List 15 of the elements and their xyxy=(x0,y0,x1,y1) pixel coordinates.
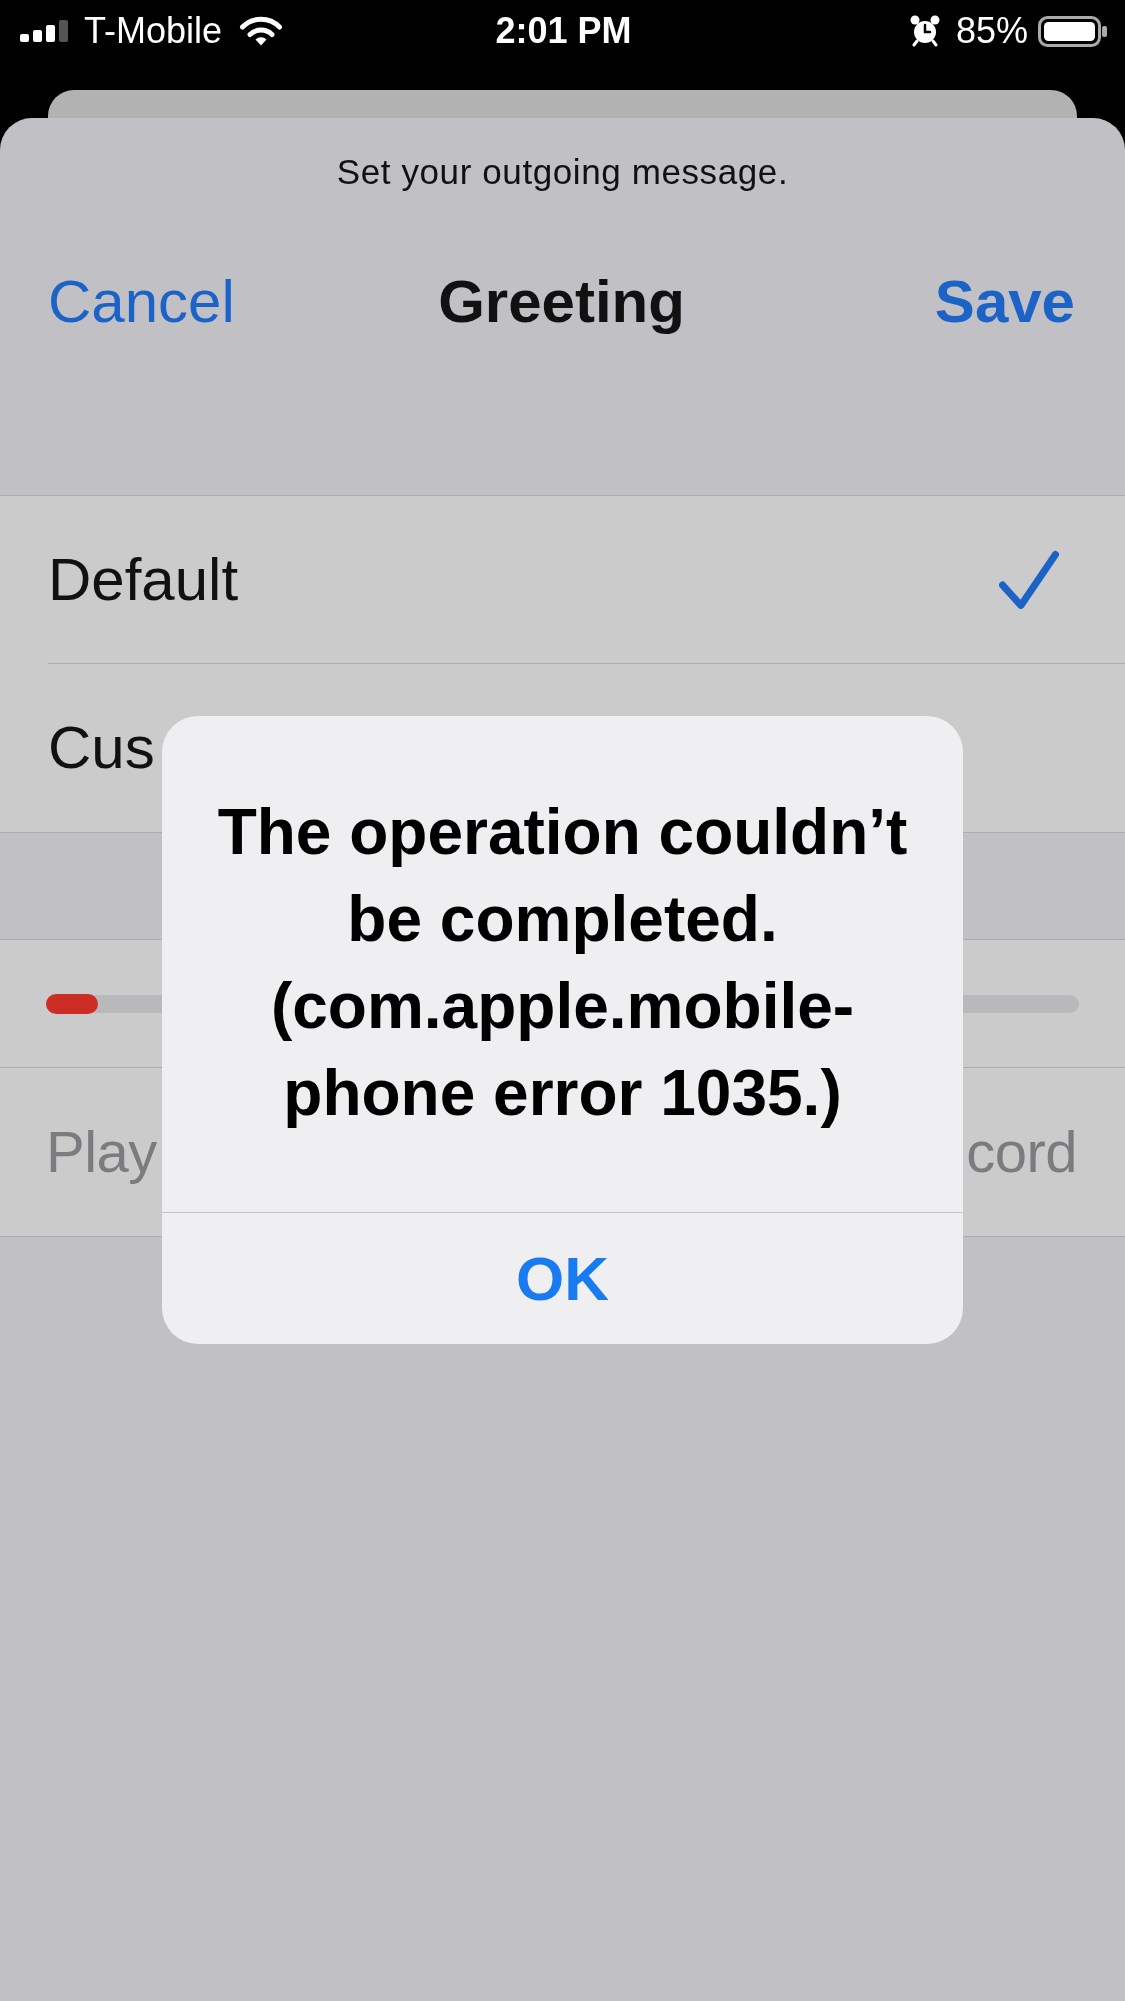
prompt-text: Set your outgoing message. xyxy=(335,151,790,193)
wifi-icon xyxy=(239,15,284,47)
alarm-clock-icon xyxy=(909,15,940,47)
signal-icon xyxy=(20,20,68,42)
nav-title: Greeting xyxy=(438,267,685,337)
battery-percent: 85% xyxy=(955,13,1028,49)
battery-icon xyxy=(1038,15,1107,47)
alert-message: The operation couldn’t be completed. (com.apple.mobile-phone error 1035.) xyxy=(216,795,909,1131)
ok-button[interactable]: OK xyxy=(162,1212,963,1344)
greeting-option[interactable]: Default xyxy=(48,543,239,616)
carrier-name: T-Mobile xyxy=(84,13,223,49)
greeting-option[interactable]: Cus xyxy=(48,712,155,784)
clock-time: 2:01 PM xyxy=(495,13,632,49)
cancel-button[interactable]: Cancel xyxy=(48,266,235,338)
save-button[interactable]: Save xyxy=(934,266,1075,338)
